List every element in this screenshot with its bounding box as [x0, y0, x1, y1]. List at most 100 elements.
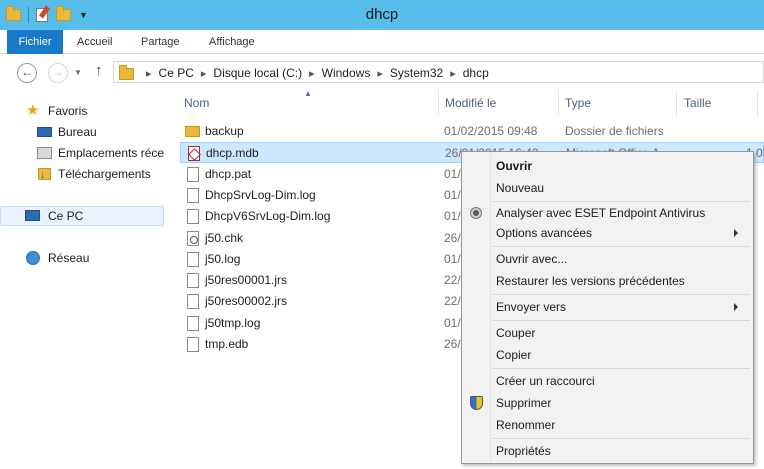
- file-icon: [187, 337, 199, 352]
- file-icon: [187, 315, 199, 331]
- chevron-right-icon[interactable]: ▸: [146, 67, 152, 80]
- column-taille[interactable]: Taille: [678, 91, 758, 116]
- crumb-ce-pc[interactable]: Ce PC: [159, 66, 194, 80]
- file-icon: [187, 230, 199, 246]
- crumb-windows[interactable]: Windows: [322, 66, 371, 80]
- chevron-right-icon[interactable]: ▸: [309, 67, 315, 80]
- file-type: Dossier de fichiers: [565, 124, 664, 138]
- column-modifie-le[interactable]: Modifié le: [440, 91, 559, 116]
- file-icon: [187, 251, 199, 267]
- back-button[interactable]: ←: [17, 63, 37, 83]
- address-bar[interactable]: ▸ Ce PC ▸ Disque local (C:) ▸ Windows ▸ …: [113, 61, 764, 83]
- menu-separator: [492, 294, 750, 295]
- crumb-disque-local[interactable]: Disque local (C:): [213, 66, 302, 80]
- sidebar-item-telechargements[interactable]: ↓ Téléchargements: [0, 164, 164, 184]
- download-arrow-icon: ↓: [40, 169, 46, 181]
- tab-affichage[interactable]: Affichage: [209, 30, 255, 54]
- menu-gutter: [490, 154, 491, 461]
- sidebar-item-favoris[interactable]: ★ Favoris: [0, 101, 164, 121]
- menu-item-supprimer[interactable]: Supprimer: [496, 393, 551, 413]
- chevron-right-icon[interactable]: ▸: [201, 67, 207, 80]
- folder-icon: [119, 65, 134, 80]
- desktop-icon: [37, 127, 52, 137]
- file-name: j50tmp.log: [205, 315, 261, 330]
- file-name: dhcp.mdb: [206, 146, 259, 161]
- menu-item-proprietes[interactable]: Propriétés: [496, 441, 551, 461]
- file-name: DhcpV6SrvLog-Dim.log: [205, 209, 331, 224]
- access-database-icon: [188, 146, 200, 162]
- file-name: dhcp.pat: [205, 166, 252, 181]
- file-icon: [187, 166, 199, 182]
- menu-separator: [492, 438, 750, 439]
- menu-item-restaurer-versions[interactable]: Restaurer les versions précédentes: [496, 271, 685, 291]
- crumb-system32[interactable]: System32: [390, 66, 443, 80]
- sidebar-item-reseau[interactable]: Réseau: [0, 248, 164, 268]
- menu-item-envoyer-vers[interactable]: Envoyer vers: [496, 297, 566, 317]
- table-row[interactable]: backup 01/02/2015 09:48 Dossier de fichier…: [180, 121, 764, 142]
- file-modified: 01/02/2015 09:48: [444, 124, 538, 138]
- tab-accueil[interactable]: Accueil: [77, 30, 112, 54]
- file-modified: 01/: [444, 251, 461, 266]
- menu-item-copier[interactable]: Copier: [496, 345, 531, 365]
- menu-item-analyser-eset[interactable]: Analyser avec ESET Endpoint Antivirus: [496, 203, 705, 223]
- ribbon: Fichier Accueil Partage Affichage: [0, 30, 764, 54]
- sidebar-label: Emplacements récents: [58, 146, 164, 160]
- context-menu: Ouvrir Nouveau Analyser avec ESET Endpoi…: [461, 151, 754, 464]
- menu-item-ouvrir[interactable]: Ouvrir: [496, 156, 532, 176]
- crumb-dhcp[interactable]: dhcp: [463, 66, 489, 80]
- computer-icon: [25, 210, 40, 221]
- uac-shield-icon: [470, 396, 483, 410]
- file-icon: [187, 294, 199, 310]
- menu-separator: [492, 368, 750, 369]
- file-name: j50.log: [205, 251, 241, 266]
- file-name: j50.chk: [205, 230, 244, 245]
- chevron-right-icon[interactable]: ▸: [450, 67, 456, 80]
- file-name: DhcpSrvLog-Dim.log: [205, 187, 316, 202]
- column-header-row: ▲ Nom Modifié le Type Taille: [180, 89, 764, 116]
- file-name: backup: [205, 124, 244, 138]
- menu-separator: [492, 320, 750, 321]
- recent-locations-icon[interactable]: ▼: [74, 68, 82, 77]
- menu-separator: [492, 201, 750, 202]
- sidebar-label: Bureau: [58, 125, 97, 139]
- file-modified: 26/: [444, 230, 461, 245]
- sidebar-label: Réseau: [48, 251, 90, 265]
- navigation-pane: ★ Favoris Bureau Emplacements récents ↓ …: [0, 89, 170, 469]
- menu-item-renommer[interactable]: Renommer: [496, 415, 555, 435]
- menu-separator: [492, 246, 750, 247]
- menu-item-nouveau[interactable]: Nouveau: [496, 178, 544, 198]
- recent-places-icon: [37, 147, 52, 159]
- file-modified: 01/: [444, 187, 461, 202]
- file-modified: 01/: [444, 315, 461, 330]
- menu-item-creer-raccourci[interactable]: Créer un raccourci: [496, 371, 595, 391]
- menu-item-couper[interactable]: Couper: [496, 323, 535, 343]
- sidebar-item-bureau[interactable]: Bureau: [0, 122, 164, 142]
- sidebar-item-ce-pc[interactable]: Ce PC: [0, 206, 164, 226]
- sidebar-label: Favoris: [48, 104, 88, 118]
- file-name: j50res00002.jrs: [205, 294, 288, 309]
- tab-partage[interactable]: Partage: [141, 30, 180, 54]
- column-nom[interactable]: Nom: [180, 91, 439, 116]
- forward-button[interactable]: →: [48, 63, 68, 83]
- submenu-arrow-icon: [734, 229, 738, 237]
- file-modified: 22/: [444, 294, 461, 309]
- eset-icon: [471, 208, 481, 218]
- up-button[interactable]: ↑: [95, 62, 103, 79]
- file-icon: [187, 273, 199, 289]
- window-title: dhcp: [365, 6, 399, 23]
- title-bar: ▼ dhcp: [0, 0, 764, 30]
- menu-item-ouvrir-avec[interactable]: Ouvrir avec...: [496, 249, 567, 269]
- file-modified: 01/: [444, 209, 461, 224]
- file-modified: 26/: [444, 337, 461, 351]
- sidebar-label: Ce PC: [48, 209, 84, 223]
- tab-fichier[interactable]: Fichier: [7, 30, 63, 54]
- file-modified: 01/: [444, 166, 461, 181]
- column-type[interactable]: Type: [560, 91, 677, 116]
- sidebar-item-emplacements[interactable]: Emplacements récents: [0, 143, 164, 163]
- file-icon: [187, 187, 199, 203]
- breadcrumb: ▸ Ce PC ▸ Disque local (C:) ▸ Windows ▸ …: [139, 66, 489, 80]
- chevron-right-icon[interactable]: ▸: [377, 67, 383, 80]
- network-icon: [26, 251, 40, 265]
- file-name: tmp.edb: [205, 337, 249, 351]
- menu-item-options-avancees[interactable]: Options avancées: [496, 223, 592, 243]
